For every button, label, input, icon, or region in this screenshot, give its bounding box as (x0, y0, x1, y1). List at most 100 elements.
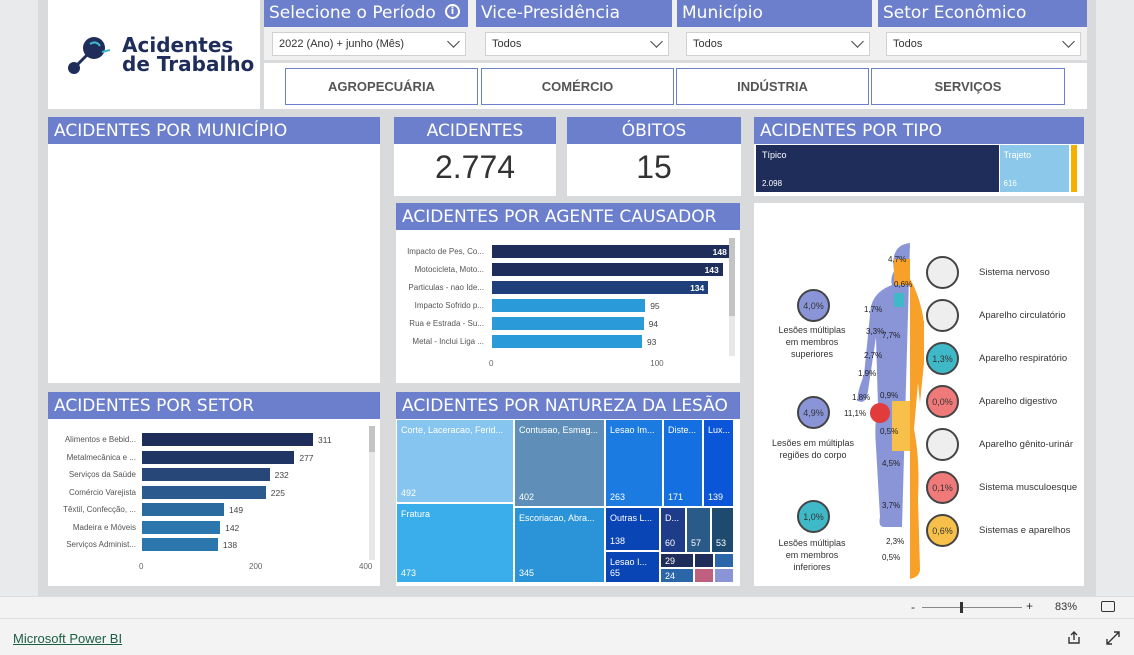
setor-dropdown[interactable]: Todos (886, 32, 1081, 56)
municipio-dropdown[interactable]: Todos (686, 32, 870, 56)
footer-bar: Microsoft Power BI (0, 618, 1134, 655)
treemap-tile[interactable] (714, 568, 734, 583)
body-region-pct: 11,1% (844, 409, 867, 418)
power-bi-link[interactable]: Microsoft Power BI (13, 631, 122, 646)
body-region-pct: 3,7% (882, 501, 901, 510)
period-slicer-title: Selecione o Período i (264, 0, 468, 27)
region-circle-1[interactable]: 4,9% (797, 396, 830, 429)
treemap-tile[interactable]: Corte, Laceracao, Ferid... 492 (396, 419, 514, 503)
treemap-tile[interactable]: Lux... 139 (703, 419, 734, 507)
treemap-tile[interactable] (714, 553, 734, 568)
axis-tick-label: 200 (249, 562, 263, 571)
info-icon[interactable]: i (445, 4, 460, 19)
zoom-out-button[interactable]: - (911, 600, 915, 614)
treemap-tile[interactable]: 24 (660, 568, 694, 583)
axis-tick-label: 100 (650, 359, 664, 368)
treemap-tile[interactable]: Lesao Im... 263 (605, 419, 663, 507)
region-circle-2[interactable]: 1,0% (797, 500, 830, 533)
bar[interactable] (142, 485, 266, 499)
agente-scrollbar[interactable] (729, 238, 735, 356)
bar[interactable] (142, 538, 218, 551)
tipo-other-bar[interactable] (1071, 145, 1077, 192)
tipo-card-title: ACIDENTES POR TIPO (754, 117, 1084, 144)
treemap-tile[interactable]: Outras L... 138 (605, 507, 660, 551)
treemap-tile[interactable]: Fratura 473 (396, 503, 514, 583)
system-circle-pct: 0,0% (932, 396, 953, 407)
share-icon[interactable] (1067, 631, 1081, 645)
zoom-slider-handle[interactable] (960, 602, 963, 613)
zoom-in-button[interactable]: + (1026, 599, 1033, 613)
treemap-tile[interactable]: Escoriacao, Abra... 345 (514, 507, 605, 583)
system-label: Aparelho circulatório (979, 310, 1066, 321)
segment-agropecuaria-button[interactable]: AGROPECUÁRIA (285, 68, 478, 105)
segment-industria-button[interactable]: INDÚSTRIA (676, 68, 869, 105)
system-label: Sistema musculoesque (979, 482, 1078, 493)
bar[interactable] (492, 281, 709, 294)
bar[interactable] (492, 263, 723, 276)
system-label: Aparelho respiratório (979, 353, 1068, 364)
agente-chart: Impacto de Pes, Co... 148 Motocicleta, Mot… (396, 230, 731, 380)
treemap-tile[interactable]: 53 (711, 507, 734, 553)
system-circle[interactable] (926, 256, 959, 289)
system-circle[interactable]: 1,3% (926, 342, 959, 375)
bar[interactable] (142, 520, 221, 534)
chevron-down-icon (1062, 35, 1075, 48)
treemap-tile[interactable]: Diste... 171 (663, 419, 703, 507)
bar-category-label: Motocicleta, Moto... (414, 265, 484, 274)
municipio-dropdown-value: Todos (693, 38, 723, 50)
treemap-tile-value: 65 (610, 568, 621, 578)
system-circle[interactable] (926, 299, 959, 332)
treemap-tile[interactable]: 57 (686, 507, 711, 553)
bar-category-label: Rua e Estrada - Su... (409, 319, 484, 328)
bar[interactable] (492, 245, 731, 258)
fit-to-page-icon[interactable] (1101, 601, 1115, 612)
treemap-tile[interactable]: D... 60 (660, 507, 686, 553)
bar[interactable] (142, 450, 295, 464)
municipio-map-card[interactable]: ACIDENTES POR MUNICÍPIO (48, 117, 380, 383)
segment-comercio-button[interactable]: COMÉRCIO (481, 68, 674, 105)
region-circle-0[interactable]: 4,0% (797, 289, 830, 322)
setor-scrollbar[interactable] (369, 426, 375, 560)
body-card: 4,7% 0,6% 1,7% 3,3% 7,7% 2,7% 1,9% 1,8% 11,1% 0,9… (754, 203, 1084, 586)
bar-category-label: Impacto Sofrido p... (414, 301, 484, 310)
zoom-slider[interactable] (922, 602, 1022, 613)
system-circle[interactable]: 0,6% (926, 514, 959, 547)
tipo-bars: Típico 2.098 Trajeto 616 (756, 145, 1077, 192)
segment-servicos-button[interactable]: SERVIÇOS (871, 68, 1065, 105)
tipo-tipico-value: 2.098 (762, 179, 783, 188)
treemap-tile-label: Contusao, Esmag... (519, 425, 599, 435)
bar[interactable] (142, 433, 314, 446)
bar-value-label: 134 (690, 283, 705, 293)
system-circle-pct: 0,1% (932, 482, 953, 493)
period-dropdown[interactable]: 2022 (Ano) + junho (Mês) (272, 32, 466, 56)
setor-scrollbar-thumb[interactable] (369, 426, 375, 452)
bar[interactable] (142, 503, 224, 516)
bar-value-label: 149 (228, 505, 244, 515)
system-circle[interactable] (926, 428, 959, 461)
vice-dropdown[interactable]: Todos (485, 32, 669, 56)
status-bar: - + 83% (0, 596, 1134, 618)
tipo-tipico-bar[interactable]: Típico 2.098 (756, 145, 1000, 192)
system-circle[interactable]: 0,0% (926, 385, 959, 418)
treemap-tile[interactable] (694, 568, 714, 583)
tipo-trajeto-label: Trajeto (1003, 150, 1032, 160)
bar[interactable] (492, 335, 642, 348)
treemap-tile[interactable]: Lesao I... 65 (605, 551, 660, 583)
bar[interactable] (142, 468, 270, 481)
kpi-obitos-label: ÓBITOS (567, 117, 741, 144)
natureza-card-title: ACIDENTES POR NATUREZA DA LESÃO (396, 392, 740, 419)
treemap-tile[interactable] (694, 553, 714, 568)
axis-tick-label: 400 (359, 562, 373, 571)
agente-scrollbar-thumb[interactable] (729, 238, 735, 316)
kpi-obitos-value: 15 (636, 149, 672, 185)
system-circle[interactable]: 0,1% (926, 471, 959, 504)
tipo-trajeto-bar[interactable]: Trajeto 616 (999, 145, 1071, 192)
body-region-pct: 4,7% (888, 255, 907, 264)
fullscreen-icon[interactable] (1106, 631, 1120, 645)
treemap-tile[interactable]: 29 (660, 553, 694, 568)
setor-card: ACIDENTES POR SETOR Alimentos e Bebid...… (48, 392, 380, 586)
bar[interactable] (492, 299, 646, 312)
bar[interactable] (492, 317, 644, 330)
bar-value-label: 225 (270, 487, 285, 498)
treemap-tile[interactable]: Contusao, Esmag... 402 (514, 419, 605, 507)
